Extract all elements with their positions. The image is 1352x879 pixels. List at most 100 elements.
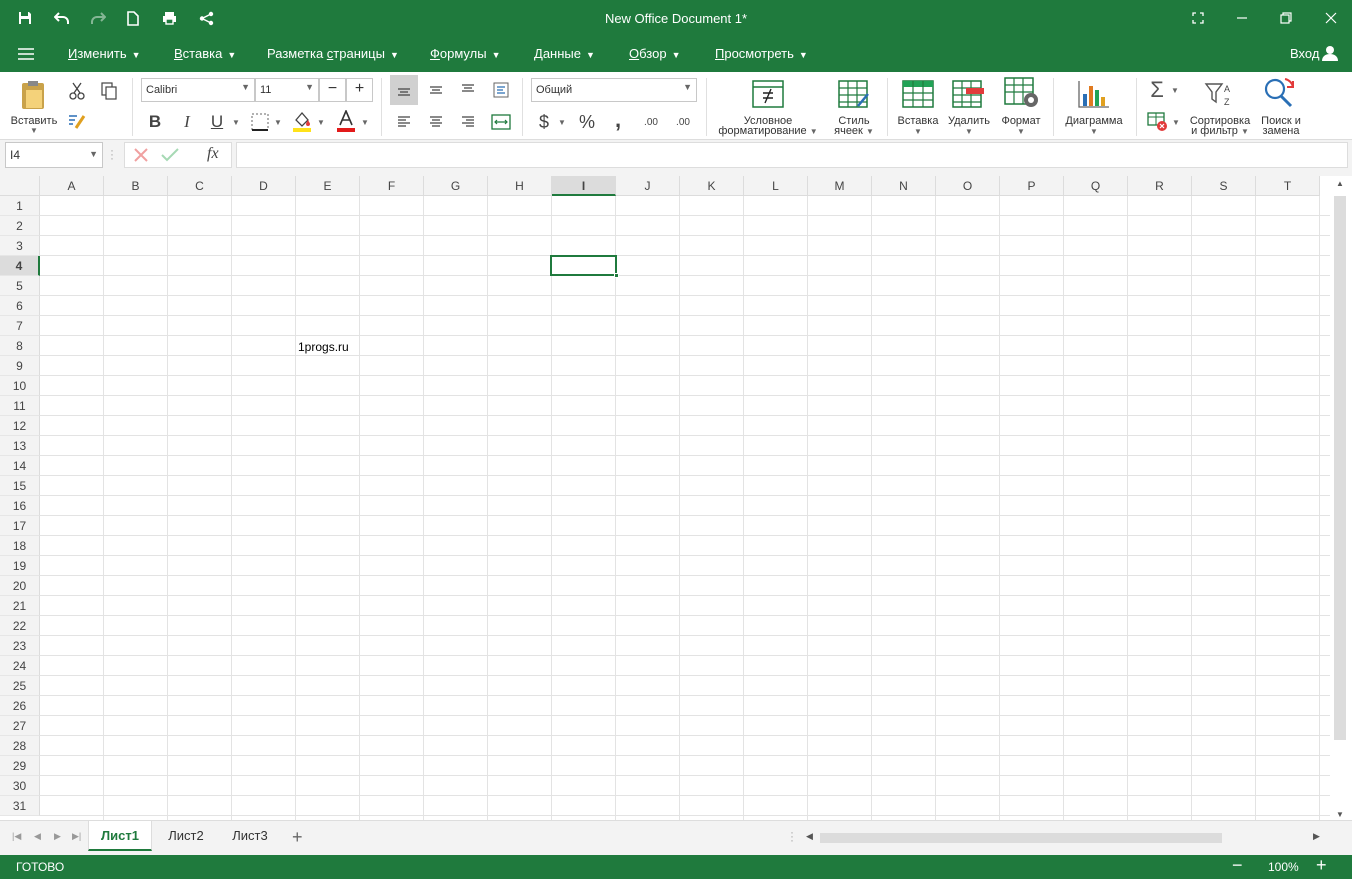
row-header-24[interactable]: 24 — [0, 656, 40, 676]
row-header-31[interactable]: 31 — [0, 796, 40, 816]
column-header-Q[interactable]: Q — [1064, 176, 1128, 196]
cell-E8[interactable]: 1progs.ru — [298, 340, 349, 354]
select-all-corner[interactable] — [0, 176, 40, 196]
row-header-17[interactable]: 17 — [0, 516, 40, 536]
chart-label[interactable]: Диаграмма ▼ — [1062, 116, 1126, 137]
menu-6[interactable]: Обзор ▼ — [629, 46, 680, 61]
autosum-dropdown-icon[interactable]: ▼ — [1168, 82, 1182, 98]
cut-icon[interactable] — [66, 80, 88, 102]
delete-cells-label[interactable]: Удалить ▼ — [944, 116, 994, 137]
column-header-M[interactable]: M — [808, 176, 872, 196]
row-header-27[interactable]: 27 — [0, 716, 40, 736]
row-header-16[interactable]: 16 — [0, 496, 40, 516]
name-box[interactable]: I4 ▼ — [5, 142, 103, 168]
underline-dropdown-icon[interactable]: ▼ — [230, 114, 242, 130]
find-replace-label[interactable]: Поиск и замена — [1254, 116, 1308, 137]
format-painter-icon[interactable] — [66, 110, 88, 132]
zoom-in-icon[interactable]: + — [1316, 855, 1327, 876]
row-header-20[interactable]: 20 — [0, 576, 40, 596]
vertical-scrollbar[interactable]: ▲ ▼ — [1330, 176, 1352, 820]
cell-style-label[interactable]: Стиль ячеек ▼ — [826, 116, 882, 137]
row-header-6[interactable]: 6 — [0, 296, 40, 316]
borders-dropdown-icon[interactable]: ▼ — [272, 114, 284, 130]
percent-button[interactable]: % — [574, 110, 600, 134]
column-header-C[interactable]: C — [168, 176, 232, 196]
menu-3[interactable]: Разметка страницы ▼ — [267, 46, 399, 61]
bold-button[interactable]: B — [143, 110, 167, 134]
row-header-30[interactable]: 30 — [0, 776, 40, 796]
prev-sheet-icon[interactable]: ◀ — [34, 831, 41, 842]
last-sheet-icon[interactable]: ▶| — [72, 831, 81, 842]
fullscreen-icon[interactable] — [1187, 8, 1209, 28]
currency-dropdown-icon[interactable]: ▼ — [556, 114, 568, 130]
formula-input[interactable] — [236, 142, 1348, 168]
align-right-icon[interactable] — [454, 110, 482, 134]
column-header-T[interactable]: T — [1256, 176, 1320, 196]
drag-handle-icon[interactable]: · · · — [110, 144, 114, 164]
menu-1[interactable]: Изменить ▼ — [68, 46, 141, 61]
conditional-format-icon[interactable] — [750, 78, 786, 110]
copy-icon[interactable] — [98, 80, 120, 102]
scroll-left-icon[interactable]: ◀ — [806, 831, 813, 842]
column-header-E[interactable]: E — [296, 176, 360, 196]
number-format-select[interactable]: Общий ▼ — [531, 78, 697, 102]
insert-cells-label[interactable]: Вставка ▼ — [894, 116, 942, 137]
font-color-dropdown-icon[interactable]: ▼ — [359, 114, 371, 130]
align-bottom-icon[interactable] — [390, 75, 418, 105]
row-header-22[interactable]: 22 — [0, 616, 40, 636]
row-header-18[interactable]: 18 — [0, 536, 40, 556]
confirm-icon[interactable] — [161, 147, 179, 166]
menu-2[interactable]: Вставка ▼ — [174, 46, 236, 61]
column-header-I[interactable]: I — [552, 176, 616, 196]
sort-filter-label[interactable]: Сортировка и фильтр ▼ — [1184, 116, 1256, 137]
row-header-2[interactable]: 2 — [0, 216, 40, 236]
scroll-down-icon[interactable]: ▼ — [1336, 810, 1344, 819]
first-sheet-icon[interactable]: |◀ — [12, 831, 21, 842]
chart-icon[interactable] — [1076, 78, 1112, 110]
format-cells-icon[interactable] — [1002, 76, 1042, 110]
cell-style-icon[interactable] — [836, 78, 872, 110]
zoom-out-icon[interactable]: − — [1232, 855, 1243, 876]
borders-icon[interactable] — [248, 110, 272, 134]
autosum-icon[interactable]: Σ — [1146, 77, 1168, 102]
scroll-right-icon[interactable]: ▶ — [1313, 831, 1320, 842]
column-header-B[interactable]: B — [104, 176, 168, 196]
sheet-tab-1[interactable]: Лист1 — [88, 821, 152, 851]
decrease-font-button[interactable]: − — [319, 78, 346, 102]
fill-handle[interactable] — [614, 273, 619, 278]
row-header-12[interactable]: 12 — [0, 416, 40, 436]
clear-dropdown-icon[interactable]: ▼ — [1170, 114, 1182, 130]
font-size-select[interactable]: 11 ▼ — [255, 78, 319, 102]
font-color-icon[interactable] — [334, 108, 358, 134]
add-sheet-icon[interactable]: + — [292, 827, 303, 848]
user-icon[interactable] — [1322, 45, 1338, 64]
row-header-21[interactable]: 21 — [0, 596, 40, 616]
vertical-scroll-thumb[interactable] — [1334, 196, 1346, 740]
font-name-select[interactable]: Calibri ▼ — [141, 78, 255, 102]
hamburger-menu-icon[interactable] — [18, 47, 34, 64]
align-left-icon[interactable] — [390, 110, 418, 134]
row-header-25[interactable]: 25 — [0, 676, 40, 696]
column-header-J[interactable]: J — [616, 176, 680, 196]
align-top-icon[interactable] — [454, 78, 482, 102]
increase-decimal-button[interactable]: .00 — [638, 110, 664, 134]
fill-color-dropdown-icon[interactable]: ▼ — [315, 114, 327, 130]
column-header-R[interactable]: R — [1128, 176, 1192, 196]
paste-label[interactable]: Вставить — [8, 116, 60, 127]
column-header-G[interactable]: G — [424, 176, 488, 196]
row-header-11[interactable]: 11 — [0, 396, 40, 416]
currency-button[interactable]: $ — [533, 110, 555, 134]
decrease-decimal-button[interactable]: .00 — [670, 110, 696, 134]
column-header-F[interactable]: F — [360, 176, 424, 196]
align-center-icon[interactable] — [422, 110, 450, 134]
find-replace-icon[interactable] — [1262, 76, 1298, 110]
next-sheet-icon[interactable]: ▶ — [54, 831, 61, 842]
row-header-1[interactable]: 1 — [0, 196, 40, 216]
zoom-level[interactable]: 100% — [1268, 860, 1299, 874]
align-middle-icon[interactable] — [422, 78, 450, 102]
insert-function-icon[interactable]: fx — [207, 145, 219, 163]
row-header-8[interactable]: 8 — [0, 336, 40, 356]
restore-icon[interactable] — [1275, 8, 1297, 28]
row-header-7[interactable]: 7 — [0, 316, 40, 336]
underline-button[interactable]: U — [205, 110, 229, 134]
